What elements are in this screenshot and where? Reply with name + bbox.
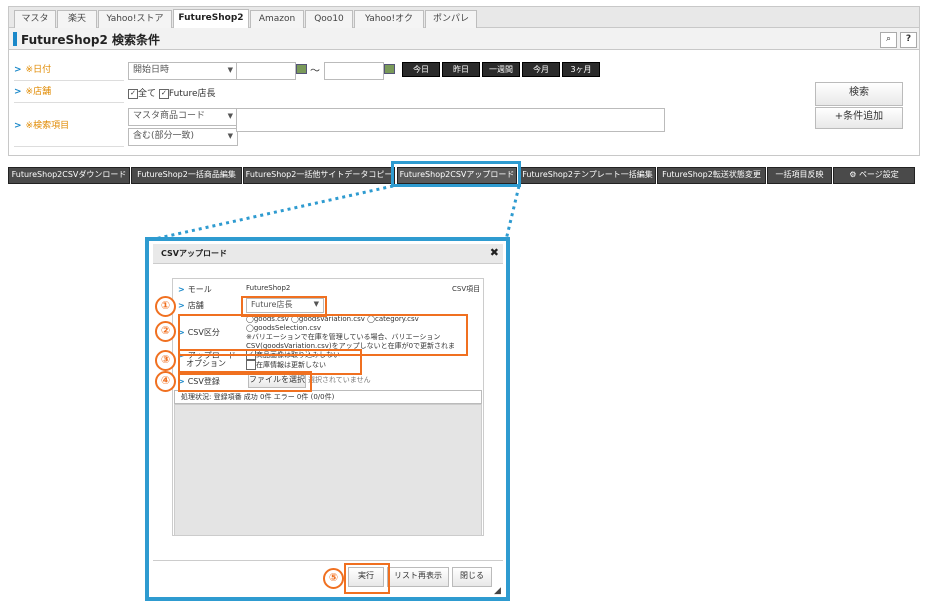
callout-line-right bbox=[504, 185, 521, 241]
highlight-box-5 bbox=[344, 563, 390, 594]
marker-5: ⑤ bbox=[323, 568, 344, 589]
marker-3: ③ bbox=[155, 350, 176, 371]
dialog-divider bbox=[153, 560, 503, 561]
highlight-box-4 bbox=[178, 371, 312, 392]
shop-dialog-label: > 店舗 bbox=[178, 301, 204, 310]
resize-handle[interactable]: ◢ bbox=[494, 586, 501, 596]
reload-list-button[interactable]: リスト再表示 bbox=[387, 567, 449, 587]
dialog-title: CSVアップロード bbox=[161, 249, 227, 258]
result-list bbox=[174, 404, 482, 536]
marker-1: ① bbox=[155, 296, 176, 317]
callout-line-left bbox=[149, 184, 394, 242]
marker-4: ④ bbox=[155, 371, 176, 392]
csv-item-link[interactable]: CSV項目 bbox=[452, 284, 480, 294]
dialog-header: CSVアップロード ✖ bbox=[153, 244, 503, 264]
close-icon[interactable]: ✖ bbox=[490, 246, 499, 259]
mall-value: FutureShop2 bbox=[246, 284, 291, 292]
file-status: 選択されていません bbox=[308, 376, 371, 384]
mall-label: > モール bbox=[178, 285, 212, 294]
marker-2: ② bbox=[155, 321, 176, 342]
status-text: 処理状況: 登録項番 成功 0件 エラー 0件 (0/0件) bbox=[174, 390, 482, 404]
close-button[interactable]: 閉じる bbox=[452, 567, 492, 587]
